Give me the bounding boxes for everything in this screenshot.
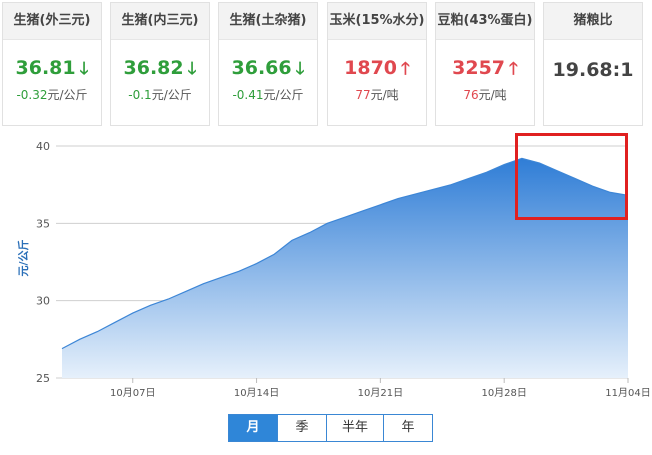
card-title: 生猪(外三元) bbox=[3, 3, 101, 40]
card-value: 36.66 🡓 bbox=[219, 56, 317, 81]
price-card-pig-inner[interactable]: 生猪(内三元) 36.82 🡓 -0.1元/公斤 bbox=[110, 2, 210, 126]
card-value-number: 36.82 bbox=[123, 57, 184, 79]
y-axis-label: 元/公斤 bbox=[16, 239, 30, 276]
peak-highlight-box bbox=[515, 133, 628, 220]
x-tick-label: 10月14日 bbox=[234, 387, 279, 399]
card-value-number: 36.66 bbox=[231, 57, 292, 79]
card-change-unit: 元/公斤 bbox=[263, 88, 304, 102]
card-value: 36.81 🡓 bbox=[3, 56, 101, 81]
price-card-pig-grain-ratio[interactable]: 猪粮比 19.68:1 bbox=[543, 2, 643, 126]
card-change: -0.41元/公斤 bbox=[219, 87, 317, 103]
price-card-corn[interactable]: 玉米(15%水分) 1870 🡑 77元/吨 bbox=[327, 2, 427, 126]
range-tab-half-year[interactable]: 半年 bbox=[327, 415, 384, 441]
card-value-number: 1870 bbox=[344, 57, 398, 79]
arrow-down-icon: 🡓 bbox=[187, 59, 197, 79]
card-title: 玉米(15%水分) bbox=[328, 3, 426, 40]
arrow-down-icon: 🡓 bbox=[295, 59, 305, 79]
card-change-unit: 元/公斤 bbox=[47, 88, 88, 102]
card-change-value: 76 bbox=[463, 88, 479, 102]
card-change: 77元/吨 bbox=[328, 87, 426, 103]
x-tick-label: 10月21日 bbox=[358, 387, 403, 399]
card-change: -0.32元/公斤 bbox=[3, 87, 101, 103]
price-cards: 生猪(外三元) 36.81 🡓 -0.32元/公斤 生猪(内三元) 36.82 🡓 … bbox=[0, 0, 652, 130]
card-change-value: -0.1 bbox=[128, 88, 152, 102]
card-value-number: 36.81 bbox=[15, 57, 76, 79]
card-change-unit: 元/吨 bbox=[478, 88, 507, 102]
price-card-soybean-meal[interactable]: 豆粕(43%蛋白) 3257 🡑 76元/吨 bbox=[435, 2, 535, 126]
arrow-up-icon: 🡑 bbox=[509, 59, 518, 79]
card-change-unit: 元/吨 bbox=[370, 88, 399, 102]
range-tab-month[interactable]: 月 bbox=[229, 415, 278, 441]
card-change-value: -0.32 bbox=[16, 88, 48, 102]
card-value: 36.82 🡓 bbox=[111, 56, 209, 81]
card-value: 3257 🡑 bbox=[436, 56, 534, 81]
x-tick-label: 10月07日 bbox=[110, 387, 155, 399]
time-range-tabs: 月 季 半年 年 bbox=[228, 414, 433, 442]
price-card-pig-outer[interactable]: 生猪(外三元) 36.81 🡓 -0.32元/公斤 bbox=[2, 2, 102, 126]
range-tab-quarter[interactable]: 季 bbox=[278, 415, 327, 441]
y-tick-label: 35 bbox=[36, 217, 50, 230]
card-title: 猪粮比 bbox=[544, 3, 642, 40]
y-tick-label: 40 bbox=[36, 140, 50, 153]
card-value-number: 3257 bbox=[452, 57, 506, 79]
arrow-down-icon: 🡓 bbox=[79, 59, 89, 79]
card-change-value: -0.41 bbox=[232, 88, 264, 102]
arrow-up-icon: 🡑 bbox=[401, 59, 410, 79]
card-value-number: 19.68:1 bbox=[552, 59, 634, 81]
card-change: 76元/吨 bbox=[436, 87, 534, 103]
range-tab-year[interactable]: 年 bbox=[384, 415, 432, 441]
card-value: 1870 🡑 bbox=[328, 56, 426, 81]
card-change-value: 77 bbox=[355, 88, 371, 102]
x-tick-label: 10月28日 bbox=[481, 387, 526, 399]
card-change-unit: 元/公斤 bbox=[151, 88, 192, 102]
card-change: -0.1元/公斤 bbox=[111, 87, 209, 103]
card-value: 19.68:1 bbox=[544, 58, 642, 82]
x-tick-label: 11月04日 bbox=[605, 387, 650, 399]
price-card-pig-local[interactable]: 生猪(土杂猪) 36.66 🡓 -0.41元/公斤 bbox=[218, 2, 318, 126]
card-title: 生猪(土杂猪) bbox=[219, 3, 317, 40]
y-tick-label: 30 bbox=[36, 295, 50, 308]
card-title: 生猪(内三元) bbox=[111, 3, 209, 40]
card-title: 豆粕(43%蛋白) bbox=[436, 3, 534, 40]
y-tick-label: 25 bbox=[36, 372, 50, 385]
